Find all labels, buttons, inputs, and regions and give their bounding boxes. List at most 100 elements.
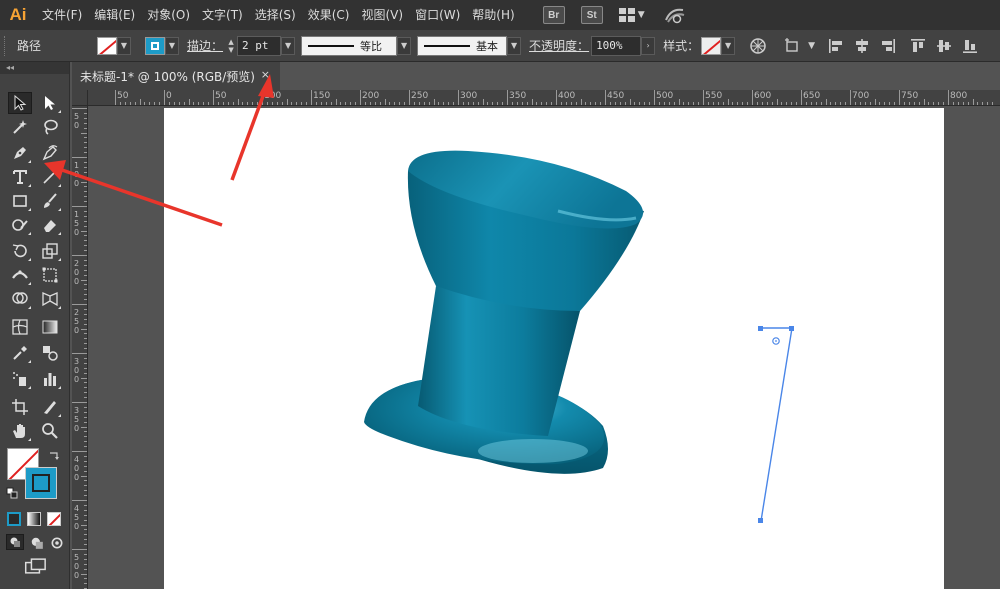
selection-tool[interactable]	[8, 92, 32, 114]
arrange-documents-icon[interactable]	[618, 8, 635, 22]
menu-select[interactable]: 选择(S)	[249, 0, 302, 30]
direct-selection-tool[interactable]	[38, 92, 62, 114]
anchor-point[interactable]	[789, 326, 794, 331]
selected-path[interactable]	[758, 326, 794, 523]
type-tool[interactable]	[8, 166, 32, 188]
align-top-icon[interactable]	[909, 37, 927, 55]
rectangle-tool[interactable]	[8, 190, 32, 212]
style-dropdown[interactable]: ▼	[721, 36, 736, 55]
stroke-weight-input[interactable]: 2 pt	[237, 35, 282, 56]
menu-view[interactable]: 视图(V)	[355, 0, 409, 30]
symbol-sprayer-tool[interactable]	[8, 368, 32, 390]
stroke-dropdown[interactable]: ▼	[165, 36, 179, 55]
ruler-tick-label: 5 0 0	[74, 553, 80, 580]
mesh-tool[interactable]	[8, 316, 32, 338]
width-tool-icon	[12, 270, 28, 279]
menu-object[interactable]: 对象(O)	[141, 0, 196, 30]
eraser-tool[interactable]	[38, 214, 62, 236]
horizontal-ruler[interactable]: 50 0 50 100 150 200 250 300 350 400 450 500 550 600 65…	[88, 90, 1000, 106]
gradient-tool[interactable]	[38, 316, 62, 338]
chevron-down-icon[interactable]: ▼	[808, 41, 815, 51]
column-graph-tool[interactable]	[38, 368, 62, 390]
anchor-point[interactable]	[758, 518, 763, 523]
ruler-tick-label: 800	[950, 91, 968, 101]
shape-builder-tool[interactable]	[8, 288, 32, 310]
width-tool[interactable]	[8, 264, 32, 286]
stroke-weight-dropdown[interactable]: ▼	[281, 36, 296, 55]
menu-window[interactable]: 窗口(W)	[409, 0, 466, 30]
vertical-ruler[interactable]: 5 0 1 0 0 1 5 0 2 0 0 2 5 0 3 0 0 3 5 0 4 0 0 4 …	[72, 106, 88, 589]
draw-behind-icon[interactable]	[30, 536, 44, 550]
menu-type[interactable]: 文字(T)	[196, 0, 249, 30]
stroke-weight-stepper[interactable]: ▲ ▼	[225, 36, 237, 56]
selection-type-label: 路径	[17, 39, 42, 53]
opacity-input[interactable]: 100%	[591, 35, 642, 56]
pen-tool[interactable]	[8, 142, 32, 164]
opacity-dropdown[interactable]: ›	[641, 36, 656, 55]
align-vertical-center-icon[interactable]	[935, 37, 953, 55]
none-mode-button[interactable]	[47, 512, 61, 526]
perspective-grid-tool[interactable]	[38, 288, 62, 310]
scale-tool[interactable]	[38, 240, 62, 262]
profile-dropdown[interactable]: ▼	[397, 36, 412, 55]
align-left-icon[interactable]	[827, 37, 845, 55]
paintbrush-tool[interactable]	[38, 190, 62, 212]
document-tab[interactable]: 未标题-1* @ 100% (RGB/预览) ×	[72, 62, 280, 90]
fill-dropdown[interactable]: ▼	[117, 36, 131, 55]
anchor-point[interactable]	[758, 326, 763, 331]
hand-tool[interactable]	[8, 420, 32, 442]
stock-button[interactable]: St	[580, 6, 603, 24]
shaper-tool[interactable]	[8, 214, 32, 236]
recolor-artwork-icon[interactable]	[749, 37, 767, 55]
zoom-tool[interactable]	[38, 420, 62, 442]
mesh-tool-icon	[12, 319, 28, 335]
transform-icon[interactable]	[783, 37, 801, 55]
opacity-label[interactable]: 不透明度：	[521, 37, 591, 54]
canvas-area[interactable]	[88, 106, 1000, 589]
stroke-color-box[interactable]	[25, 467, 57, 499]
chevron-down-icon[interactable]: ▼	[638, 10, 645, 20]
canvas-artwork	[364, 150, 794, 523]
blend-tool[interactable]	[38, 342, 62, 364]
close-tab-button[interactable]: ×	[261, 68, 270, 81]
fill-swatch[interactable]	[97, 36, 117, 55]
stroke-label[interactable]: 描边：	[179, 37, 225, 54]
align-bottom-icon[interactable]	[961, 37, 979, 55]
menu-edit[interactable]: 编辑(E)	[88, 0, 141, 30]
menu-bar: Ai 文件(F) 编辑(E) 对象(O) 文字(T) 选择(S) 效果(C) 视…	[0, 0, 1000, 30]
align-right-icon[interactable]	[879, 37, 897, 55]
ruler-tick-label: 250	[411, 91, 429, 101]
stroke-swatch[interactable]	[145, 36, 165, 55]
align-center-icon[interactable]	[853, 37, 871, 55]
menu-effect[interactable]: 效果(C)	[302, 0, 356, 30]
magic-wand-tool[interactable]	[8, 116, 32, 138]
symbol-sprayer-tool-icon	[13, 372, 26, 386]
gpu-performance-icon[interactable]	[663, 6, 687, 24]
brush-dropdown[interactable]: ▼	[507, 36, 522, 55]
default-fill-stroke-icon[interactable]	[6, 487, 18, 499]
ruler-tick-label: 3 0 0	[74, 357, 80, 384]
graphic-style-swatch[interactable]	[701, 36, 722, 55]
bridge-button[interactable]: Br	[542, 6, 565, 24]
draw-normal-button[interactable]	[6, 534, 24, 550]
color-mode-button[interactable]	[7, 512, 21, 526]
screen-mode-icon[interactable]	[24, 558, 48, 574]
ruler-tick-label: 350	[509, 91, 527, 101]
menu-help[interactable]: 帮助(H)	[466, 0, 520, 30]
artboard-tool[interactable]	[8, 396, 32, 418]
slice-tool[interactable]	[38, 396, 62, 418]
variable-width-profile[interactable]: 等比	[301, 35, 398, 56]
eyedropper-tool[interactable]	[8, 342, 32, 364]
swap-fill-stroke-icon[interactable]	[48, 450, 60, 462]
free-transform-tool[interactable]	[38, 264, 62, 286]
line-segment-tool[interactable]	[38, 166, 62, 188]
menu-file[interactable]: 文件(F)	[36, 0, 88, 30]
curvature-tool[interactable]	[38, 142, 62, 164]
ruler-origin[interactable]	[72, 90, 88, 106]
gradient-mode-button[interactable]	[27, 512, 41, 526]
lasso-tool[interactable]	[38, 116, 62, 138]
draw-inside-icon[interactable]	[50, 536, 64, 550]
rotate-tool[interactable]	[8, 240, 32, 262]
brush-definition[interactable]: 基本	[417, 35, 508, 56]
tools-panel-collapse[interactable]: ◂◂	[0, 62, 69, 74]
